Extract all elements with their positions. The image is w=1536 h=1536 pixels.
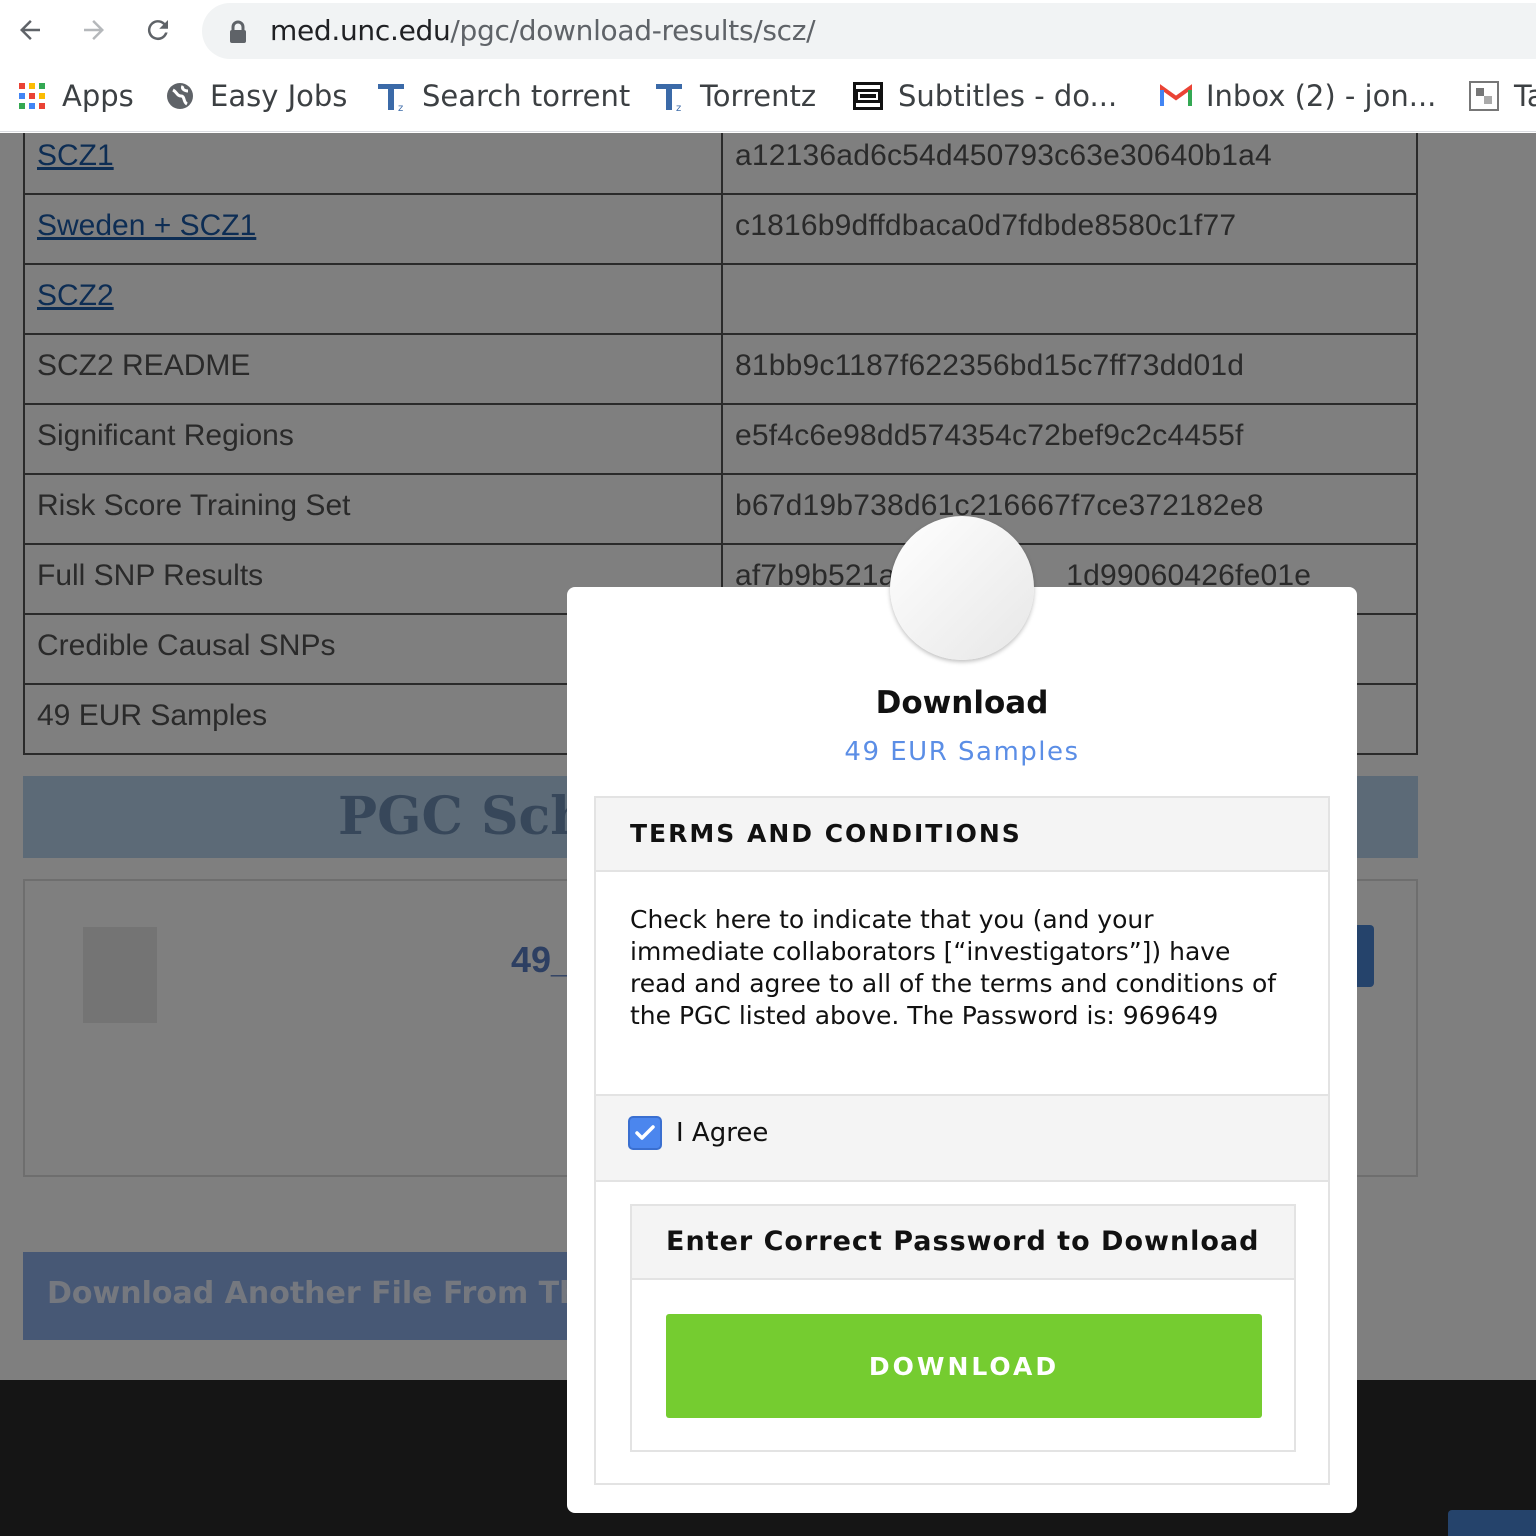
browser-toolbar: med.unc.edu/pgc/download-results/scz/ <box>0 0 1536 62</box>
modal-title: Download <box>875 685 1049 721</box>
bookmark-label: Ta <box>1514 79 1536 113</box>
reload-button[interactable] <box>136 8 180 52</box>
page-icon <box>1468 80 1500 112</box>
globe-icon <box>164 80 196 112</box>
bookmark-subtitles[interactable]: Subtitles - do... <box>852 76 1117 116</box>
url-host: med.unc.edu <box>270 14 451 47</box>
bookmark-apps[interactable]: Apps <box>16 76 134 116</box>
bookmark-label: Search torrent <box>422 79 631 113</box>
bookmark-easy-jobs[interactable]: Easy Jobs <box>164 76 347 116</box>
terms-panel: TERMS AND CONDITIONS Check here to indic… <box>594 796 1330 1485</box>
bookmark-label: Easy Jobs <box>210 79 348 113</box>
terms-heading: TERMS AND CONDITIONS <box>630 819 1022 848</box>
agree-label[interactable]: I Agree <box>676 1118 768 1148</box>
bookmark-ta[interactable]: Ta <box>1468 76 1536 116</box>
modal-subtitle: 49 EUR Samples <box>844 737 1080 767</box>
apps-grid-icon <box>16 80 48 112</box>
bookmark-torrentz[interactable]: z Torrentz <box>654 76 816 116</box>
terms-text: Check here to indicate that you (and you… <box>630 905 1277 1030</box>
bookmark-label: Inbox (2) - jon... <box>1206 79 1437 113</box>
agree-row[interactable]: I Agree <box>596 1094 1328 1182</box>
torrentz-icon: z <box>654 80 686 112</box>
reload-icon <box>147 20 168 41</box>
bookmark-label: Subtitles - do... <box>898 79 1118 113</box>
download-button[interactable]: DOWNLOAD <box>666 1314 1262 1418</box>
modal-avatar <box>890 516 1034 660</box>
bookmark-label: Apps <box>62 79 134 113</box>
terms-header: TERMS AND CONDITIONS <box>596 798 1328 872</box>
gmail-icon <box>1160 80 1192 112</box>
arrow-right-icon <box>84 20 104 40</box>
torrentz-icon: z <box>376 80 408 112</box>
forward-button[interactable] <box>72 8 116 52</box>
url-text: med.unc.edu/pgc/download-results/scz/ <box>270 14 816 47</box>
back-button[interactable] <box>8 8 52 52</box>
bookmark-search-torrent[interactable]: z Search torrent <box>376 76 630 116</box>
password-header: Enter Correct Password to Download <box>632 1206 1294 1280</box>
svg-text:z: z <box>398 103 403 112</box>
bookmarks-bar: Apps Easy Jobs z Search torrent z Torren… <box>0 62 1536 132</box>
bookmark-label: Torrentz <box>700 79 817 113</box>
password-heading: Enter Correct Password to Download <box>666 1226 1260 1257</box>
checkmark-icon <box>635 1125 655 1140</box>
subtitles-icon <box>852 80 884 112</box>
svg-text:z: z <box>676 103 681 112</box>
lock-icon <box>230 20 246 43</box>
bookmark-inbox[interactable]: Inbox (2) - jon... <box>1160 76 1436 116</box>
address-bar[interactable]: med.unc.edu/pgc/download-results/scz/ <box>202 3 1536 59</box>
download-modal: Download 49 EUR Samples TERMS AND CONDIT… <box>567 587 1357 1513</box>
agree-checkbox[interactable] <box>628 1116 662 1150</box>
url-path: /pgc/download-results/scz/ <box>450 14 816 47</box>
arrow-left-icon <box>20 20 40 40</box>
password-panel: Enter Correct Password to Download DOWNL… <box>630 1204 1296 1452</box>
